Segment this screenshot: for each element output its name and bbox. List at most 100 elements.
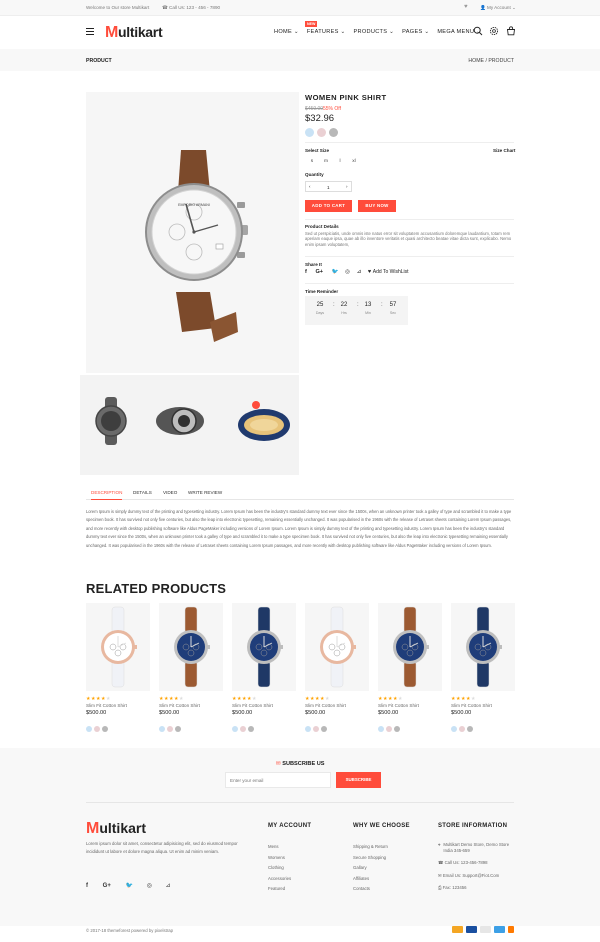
- color-swatch[interactable]: [313, 726, 319, 732]
- product-card-name[interactable]: Slim Fit Cotton Shirt: [451, 703, 515, 708]
- thumbnail-2[interactable]: [156, 407, 204, 435]
- product-card-image[interactable]: [232, 603, 296, 691]
- size-option[interactable]: xl: [347, 159, 361, 164]
- product-details-label: Product Details: [305, 224, 339, 229]
- twitter-icon[interactable]: 🐦: [332, 269, 339, 275]
- product-card-name[interactable]: Slim Fit Cotton Shirt: [378, 703, 442, 708]
- product-card-image[interactable]: [86, 603, 150, 691]
- time-reminder-label: Time Reminder: [305, 289, 339, 294]
- product-card-image[interactable]: [305, 603, 369, 691]
- color-swatch[interactable]: [159, 726, 165, 732]
- footer-link[interactable]: Featured: [268, 884, 291, 895]
- color-swatch[interactable]: [378, 726, 384, 732]
- thumbnail-3[interactable]: [238, 401, 290, 441]
- footer-link[interactable]: Clothing: [268, 863, 291, 874]
- nav-products[interactable]: PRODUCTS ⌄: [354, 29, 395, 35]
- footer-link[interactable]: Contacts: [353, 884, 388, 895]
- google-plus-icon[interactable]: G+: [103, 883, 111, 889]
- nav-features[interactable]: FEATURES ⌄: [307, 29, 346, 35]
- hamburger-menu-icon[interactable]: [86, 28, 94, 35]
- size-option[interactable]: s: [305, 159, 319, 164]
- color-swatch[interactable]: [102, 726, 108, 732]
- product-card-name[interactable]: Slim Fit Cotton Shirt: [305, 703, 369, 708]
- related-products-title: RELATED PRODUCTS: [86, 581, 227, 596]
- size-option[interactable]: l: [333, 159, 347, 164]
- cart-icon[interactable]: [506, 26, 516, 36]
- size-options: s m l xl: [305, 159, 361, 164]
- product-card[interactable]: ★★★★★ Slim Fit Cotton Shirt $500.00: [232, 603, 296, 732]
- my-account-link[interactable]: 👤 My Account ⌄: [480, 5, 516, 11]
- product-card[interactable]: ★★★★★ Slim Fit Cotton Shirt $500.00: [305, 603, 369, 732]
- footer-link[interactable]: Secure Shopping: [353, 853, 388, 864]
- product-card-name[interactable]: Slim Fit Cotton Shirt: [232, 703, 296, 708]
- wishlist-link[interactable]: ♥ Add To WishList: [368, 269, 409, 275]
- tab-description[interactable]: DESCRIPTION: [91, 490, 123, 500]
- color-swatch[interactable]: [451, 726, 457, 732]
- breadcrumb-home[interactable]: HOME: [468, 58, 484, 64]
- footer-link[interactable]: Affiliates: [353, 874, 388, 885]
- color-swatch[interactable]: [167, 726, 173, 732]
- add-to-cart-button[interactable]: ADD TO CART: [305, 200, 352, 212]
- heart-icon[interactable]: ♥: [464, 4, 468, 10]
- google-plus-icon[interactable]: G+: [315, 269, 323, 275]
- tab-details[interactable]: DETAILS: [133, 490, 152, 495]
- product-card-name[interactable]: Slim Fit Cotton Shirt: [159, 703, 223, 708]
- color-swatch[interactable]: [86, 726, 92, 732]
- footer-link[interactable]: Womens: [268, 853, 291, 864]
- color-swatch[interactable]: [321, 726, 327, 732]
- color-swatch[interactable]: [386, 726, 392, 732]
- divider: [305, 283, 514, 284]
- product-card-image[interactable]: [159, 603, 223, 691]
- size-chart-link[interactable]: Size Chart: [493, 148, 515, 153]
- footer-logo[interactable]: Multikart: [86, 820, 146, 838]
- product-card[interactable]: ★★★★★ Slim Fit Cotton Shirt $500.00: [159, 603, 223, 732]
- rss-icon[interactable]: ⊿: [357, 269, 362, 275]
- footer-link[interactable]: Mens: [268, 842, 291, 853]
- instagram-icon[interactable]: ◎: [345, 269, 350, 275]
- color-swatch[interactable]: [317, 128, 326, 137]
- nav-home[interactable]: HOME ⌄: [274, 29, 299, 35]
- color-swatch[interactable]: [305, 128, 314, 137]
- size-option[interactable]: m: [319, 159, 333, 164]
- rss-icon[interactable]: ⊿: [166, 883, 171, 889]
- color-swatch[interactable]: [305, 726, 311, 732]
- color-swatch[interactable]: [459, 726, 465, 732]
- color-swatch[interactable]: [94, 726, 100, 732]
- footer-link[interactable]: Accessories: [268, 874, 291, 885]
- color-swatch[interactable]: [232, 726, 238, 732]
- buy-now-button[interactable]: BUY NOW: [358, 200, 396, 212]
- product-card[interactable]: ★★★★★ Slim Fit Cotton Shirt $500.00: [378, 603, 442, 732]
- quantity-input[interactable]: 1: [327, 185, 330, 190]
- footer-link[interactable]: Shipping & Return: [353, 842, 388, 853]
- product-card-image[interactable]: [451, 603, 515, 691]
- tab-write-review[interactable]: WRITE REVIEW: [188, 490, 222, 495]
- mastercard-icon: [452, 926, 463, 933]
- decrement-button[interactable]: ‹: [309, 184, 311, 189]
- thumbnail-1[interactable]: [95, 397, 127, 445]
- product-card-swatches: [378, 719, 442, 732]
- instagram-icon[interactable]: ◎: [147, 883, 152, 889]
- color-swatch[interactable]: [467, 726, 473, 732]
- facebook-icon[interactable]: f: [86, 883, 88, 889]
- color-swatch[interactable]: [175, 726, 181, 732]
- increment-button[interactable]: ›: [346, 184, 348, 189]
- color-swatch[interactable]: [240, 726, 246, 732]
- color-swatch[interactable]: [329, 128, 338, 137]
- email-field[interactable]: Enter your email: [225, 772, 331, 788]
- product-main-image[interactable]: EMPORIO ARMANI: [86, 92, 299, 373]
- logo[interactable]: Multikart: [105, 24, 163, 42]
- subscribe-button[interactable]: SUBSCRIBE: [336, 772, 381, 788]
- product-card[interactable]: ★★★★★ Slim Fit Cotton Shirt $500.00: [451, 603, 515, 732]
- product-card[interactable]: ★★★★★ Slim Fit Cotton Shirt $500.00: [86, 603, 150, 732]
- facebook-icon[interactable]: f: [305, 269, 307, 275]
- nav-pages[interactable]: PAGES ⌄: [402, 29, 429, 35]
- twitter-icon[interactable]: 🐦: [126, 883, 133, 889]
- color-swatch[interactable]: [248, 726, 254, 732]
- tab-video[interactable]: VIDEO: [163, 490, 177, 495]
- search-icon[interactable]: [473, 26, 483, 36]
- product-card-name[interactable]: Slim Fit Cotton Shirt: [86, 703, 150, 708]
- footer-link[interactable]: Gallary: [353, 863, 388, 874]
- settings-icon[interactable]: [489, 26, 499, 36]
- color-swatch[interactable]: [394, 726, 400, 732]
- product-card-image[interactable]: [378, 603, 442, 691]
